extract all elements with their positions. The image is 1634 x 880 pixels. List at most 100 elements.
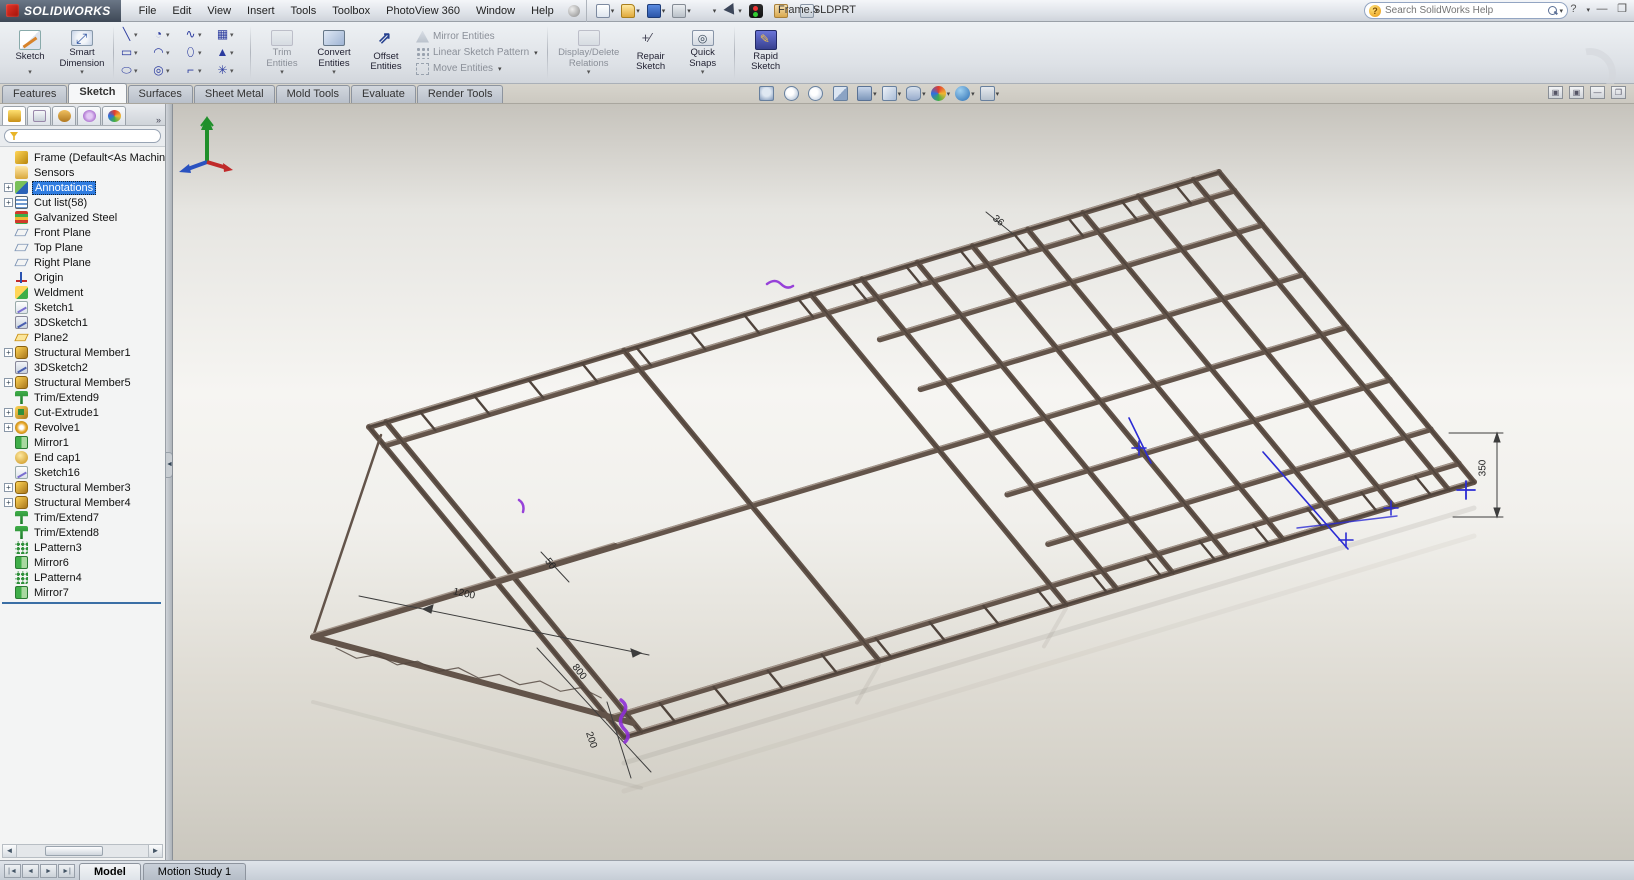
tree-item[interactable]: + Cut-Extrude1 — [2, 405, 165, 420]
mirror-entities-button[interactable]: Mirror Entities — [412, 30, 542, 44]
chevron-down-icon[interactable]: ▾ — [230, 67, 234, 75]
scroll-right-arrow[interactable]: ► — [148, 845, 162, 857]
search-input[interactable] — [1381, 5, 1548, 16]
first-study-button[interactable]: |◄ — [4, 864, 21, 878]
tree-item[interactable]: + End cap1 — [2, 450, 165, 465]
tree-item[interactable]: + 3DSketch1 — [2, 315, 165, 330]
chevron-down-icon[interactable]: ▾ — [947, 90, 951, 98]
menu-item[interactable]: File — [131, 2, 165, 20]
tree-item[interactable]: + Galvanized Steel — [2, 210, 165, 225]
chevron-down-icon[interactable]: ▾ — [198, 49, 202, 57]
tree-item[interactable]: + Mirror1 — [2, 435, 165, 450]
propertymanager-tab[interactable] — [27, 106, 51, 125]
tree-item[interactable]: + Revolve1 — [2, 420, 165, 435]
command-tab[interactable]: Sketch — [68, 83, 126, 103]
dimension-label[interactable]: 350 — [1478, 460, 1489, 477]
menu-item[interactable]: PhotoView 360 — [378, 2, 468, 20]
chevron-down-icon[interactable]: ▾ — [873, 90, 877, 98]
chevron-down-icon[interactable]: ▾ — [687, 7, 691, 15]
chevron-down-icon[interactable]: ▾ — [134, 49, 138, 57]
sketch-tool-button[interactable]: ◔ ▾ — [151, 26, 181, 44]
quick-toolbar-button[interactable]: ▾ — [618, 2, 643, 20]
pin-menu-icon[interactable] — [568, 5, 580, 17]
sketch-tool-button[interactable]: ▭ ▾ — [119, 44, 149, 62]
menu-item[interactable]: View — [199, 2, 239, 20]
doc-minimize-button[interactable]: — — [1590, 86, 1605, 99]
panel-overflow-chevron[interactable]: » — [156, 115, 161, 125]
tree-item[interactable]: + Trim/Extend7 — [2, 510, 165, 525]
view-toolbar-button[interactable]: ▾ — [807, 85, 829, 102]
view-toolbar-button[interactable]: ▾ — [905, 85, 927, 102]
tree-item[interactable]: + Top Plane — [2, 240, 165, 255]
quick-toolbar-button[interactable]: ▾ — [746, 2, 771, 20]
view-toolbar-button[interactable]: ▾ — [783, 85, 805, 102]
chevron-down-icon[interactable]: ▾ — [230, 49, 234, 57]
sketch-tool-button[interactable]: ◎ ▾ — [151, 62, 181, 80]
move-entities-button[interactable]: Move Entities ▾ — [412, 62, 542, 76]
command-tab[interactable]: Features — [2, 85, 67, 103]
tree-item[interactable]: + Trim/Extend8 — [2, 525, 165, 540]
tree-filter-box[interactable] — [4, 129, 161, 143]
expand-plus-icon[interactable]: + — [4, 348, 13, 357]
menu-item[interactable]: Edit — [164, 2, 199, 20]
sketch-tool-button[interactable]: ⬯ ▾ — [183, 44, 213, 62]
tree-item[interactable]: + Front Plane — [2, 225, 165, 240]
tree-item[interactable]: + Mirror7 — [2, 585, 165, 600]
expand-plus-icon[interactable]: + — [4, 198, 13, 207]
view-toolbar-button[interactable]: ▾ — [979, 85, 1001, 102]
tree-item[interactable]: + Cut list(58) — [2, 195, 165, 210]
tree-item[interactable]: + LPattern3 — [2, 540, 165, 555]
study-tab[interactable]: Motion Study 1 — [143, 863, 246, 880]
menu-item[interactable]: Insert — [239, 2, 283, 20]
doc-restore-icon[interactable]: ▣ — [1548, 86, 1563, 99]
prev-study-button[interactable]: ◄ — [22, 864, 39, 878]
next-study-button[interactable]: ► — [40, 864, 57, 878]
sketch-tool-button[interactable]: ⌐ ▾ — [183, 62, 213, 80]
sketch-button[interactable]: Sketch ▾ — [4, 25, 56, 80]
tree-item[interactable]: + Weldment — [2, 285, 165, 300]
search-icon[interactable] — [1548, 6, 1558, 16]
view-toolbar-button[interactable]: ▾ — [856, 85, 878, 102]
rapid-sketch-button[interactable]: Rapid Sketch — [740, 25, 792, 80]
displaymanager-tab[interactable] — [102, 106, 126, 125]
tree-item[interactable]: + Frame (Default<As Machined>< — [2, 150, 165, 165]
chevron-down-icon[interactable]: ▾ — [134, 31, 138, 39]
convert-entities-button[interactable]: Convert Entities ▾ — [308, 25, 360, 80]
chevron-down-icon[interactable]: ▾ — [662, 7, 666, 15]
quick-toolbar-button[interactable]: ▾ — [720, 2, 745, 20]
sketch-tool-button[interactable]: ◠ ▾ — [151, 44, 181, 62]
tree-item[interactable]: + Structural Member1 — [2, 345, 165, 360]
view-toolbar-button[interactable]: ▾ — [954, 85, 976, 102]
command-tab[interactable]: Evaluate — [351, 85, 416, 103]
expand-plus-icon[interactable]: + — [4, 423, 13, 432]
configurationmanager-tab[interactable] — [52, 106, 76, 125]
chevron-down-icon[interactable]: ▾ — [280, 69, 284, 77]
doc-cascade-button[interactable]: ❐ — [1611, 86, 1626, 99]
chevron-down-icon[interactable]: ▾ — [534, 49, 538, 57]
tree-item[interactable]: + Structural Member5 — [2, 375, 165, 390]
quick-toolbar-button[interactable]: ▾ — [593, 2, 618, 20]
display-delete-relations-button[interactable]: Display/Delete Relations ▾ — [553, 25, 625, 80]
quick-toolbar-button[interactable]: ▾ — [695, 2, 720, 20]
view-toolbar-button[interactable]: ▾ — [881, 85, 903, 102]
quick-toolbar-button[interactable]: ▾ — [669, 2, 694, 20]
help-caret[interactable]: ▾ — [1586, 6, 1590, 14]
tree-item[interactable]: + Trim/Extend9 — [2, 390, 165, 405]
last-study-button[interactable]: ►| — [58, 864, 75, 878]
tree-item[interactable]: + Structural Member4 — [2, 495, 165, 510]
tree-item[interactable]: + Sketch1 — [2, 300, 165, 315]
tree-item[interactable]: + Annotations — [2, 180, 165, 195]
expand-plus-icon[interactable]: + — [4, 408, 13, 417]
tree-item[interactable]: + Sensors — [2, 165, 165, 180]
chevron-down-icon[interactable]: ▾ — [611, 7, 615, 15]
tree-item[interactable]: + 3DSketch2 — [2, 360, 165, 375]
chevron-down-icon[interactable]: ▾ — [28, 69, 32, 77]
restore-button[interactable]: ❐ — [1614, 3, 1630, 17]
search-scope-caret[interactable]: ▾ — [1559, 7, 1563, 15]
chevron-down-icon[interactable]: ▾ — [996, 90, 1000, 98]
chevron-down-icon[interactable]: ▾ — [587, 69, 591, 77]
search-box[interactable]: ? ▾ — [1364, 2, 1568, 19]
trim-entities-button[interactable]: Trim Entities ▾ — [256, 25, 308, 80]
chevron-down-icon[interactable]: ▾ — [198, 67, 202, 75]
chevron-down-icon[interactable]: ▾ — [230, 31, 234, 39]
